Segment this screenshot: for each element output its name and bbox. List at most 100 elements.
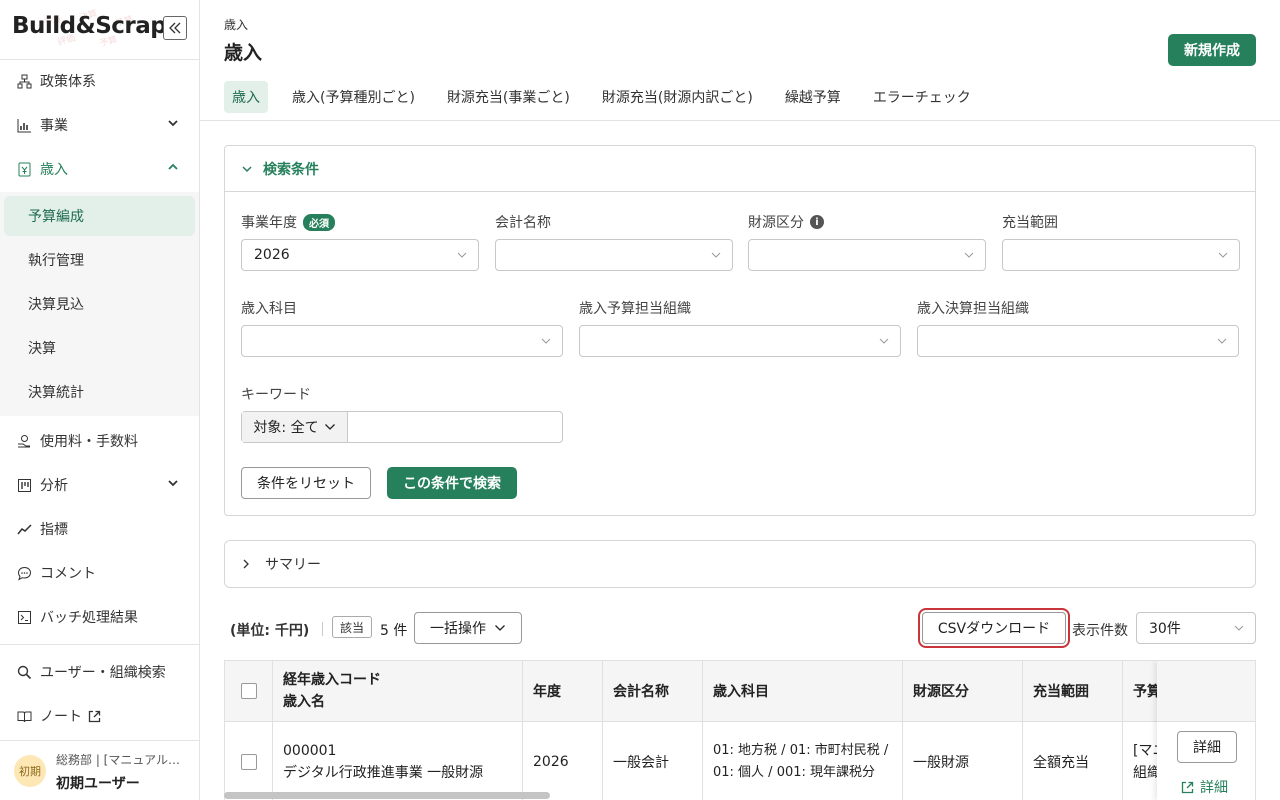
revenue-icon [16, 161, 32, 177]
range-label: 充当範囲 [1002, 215, 1058, 231]
user-name: 初期ユーザー [56, 776, 140, 792]
sidebar-item-user-search[interactable]: ユーザー・組織検索 [0, 650, 199, 694]
sidebar-subitem-budgeting[interactable]: 予算編成 [4, 196, 195, 236]
info-icon[interactable]: i [810, 215, 824, 229]
sidebar-item-label: 歳入 [40, 162, 68, 178]
year-select-value: 2026 [254, 247, 290, 263]
sidebar-subitem-execution[interactable]: 執行管理 [0, 238, 199, 282]
external-link-icon [1181, 781, 1194, 793]
header-select-all[interactable] [225, 661, 273, 721]
csv-download-button[interactable]: CSVダウンロード [922, 612, 1066, 644]
select-all-checkbox[interactable] [241, 683, 257, 699]
header-account[interactable]: 会計名称 [603, 661, 703, 721]
sidebar-item-indicator[interactable]: 指標 [0, 507, 199, 551]
tab-revenue[interactable]: 歳入 [224, 81, 268, 113]
header-subject[interactable]: 歳入科目 [703, 661, 903, 721]
sidebar-item-fees[interactable]: 使用料・手数料 [0, 419, 199, 463]
current-user[interactable]: 初期 総務部 | [マニュアル… 初期ユーザー [0, 740, 199, 800]
row-checkbox[interactable] [241, 754, 257, 770]
chevron-down-icon [242, 165, 252, 172]
sidebar-subitem-settlement[interactable]: 決算 [0, 326, 199, 370]
search-panel-title: 検索条件 [263, 161, 319, 178]
keyword-label: キーワード [241, 387, 311, 403]
detail-button[interactable]: 詳細 [1177, 731, 1237, 763]
analysis-icon [16, 477, 32, 493]
keyword-input[interactable] [348, 412, 562, 442]
chevron-down-icon [541, 338, 551, 344]
tab-divider [200, 120, 1280, 121]
sidebar-collapse-button[interactable] [163, 16, 187, 40]
hierarchy-icon [16, 73, 32, 89]
sidebar-item-note[interactable]: ノート [0, 694, 199, 738]
sidebar-item-comment[interactable]: コメント [0, 551, 199, 595]
source-select[interactable] [748, 239, 986, 271]
row-range: 全額充当 [1023, 722, 1123, 800]
chevron-right-icon [243, 559, 249, 569]
sidebar-subitem-statistics[interactable]: 決算統計 [0, 370, 199, 414]
header-code[interactable]: 経年歳入コード 歳入名 [273, 661, 523, 721]
header-year[interactable]: 年度 [523, 661, 603, 721]
header-source[interactable]: 財源区分 [903, 661, 1023, 721]
tab-funding-by-source[interactable]: 財源充当(財源内訳ごと) [594, 81, 761, 113]
sidebar-item-label: ノート [40, 709, 82, 725]
tab-carryover[interactable]: 繰越予算 [777, 81, 849, 113]
sidebar-item-label: 分析 [40, 478, 68, 494]
year-label: 事業年度 必須 [241, 212, 335, 232]
chevron-up-icon [168, 163, 178, 170]
bulk-action-button[interactable]: 一括操作 [414, 612, 522, 644]
per-page-label: 表示件数 [1072, 623, 1128, 639]
summary-panel[interactable]: サマリー [224, 540, 1256, 588]
header-range[interactable]: 充当範囲 [1023, 661, 1123, 721]
chevron-down-icon [457, 252, 467, 258]
results-toolbar: (単位: 千円) 該当 5 件 一括操作 CSVダウンロード 表示件数 30件 [224, 608, 1256, 648]
avatar: 初期 [14, 755, 46, 787]
tab-error-check[interactable]: エラーチェック [865, 81, 979, 113]
search-icon [16, 664, 32, 680]
subject-select[interactable] [241, 325, 563, 357]
search-panel-header[interactable]: 検索条件 [225, 146, 1255, 192]
chevron-down-icon [324, 424, 335, 430]
sidebar-item-project[interactable]: 事業 [0, 103, 199, 147]
detail-link[interactable]: 詳細 [1181, 777, 1228, 797]
sidebar-item-policy[interactable]: 政策体系 [0, 59, 199, 103]
range-select[interactable] [1002, 239, 1240, 271]
account-select[interactable] [495, 239, 733, 271]
user-department: 総務部 | [マニュアル… [56, 753, 180, 767]
settle-org-select[interactable] [917, 325, 1239, 357]
reset-conditions-button[interactable]: 条件をリセット [241, 467, 371, 499]
row-year: 2026 [523, 722, 603, 800]
budget-org-select[interactable] [579, 325, 901, 357]
chevron-down-icon [964, 252, 974, 258]
year-select[interactable]: 2026 [241, 239, 479, 271]
horizontal-scrollbar[interactable] [224, 792, 550, 799]
chevron-down-icon [168, 480, 178, 487]
tab-revenue-by-budget-type[interactable]: 歳入(予算種別ごと) [284, 81, 423, 113]
row-subject-line2: 01: 個人 / 001: 現年課税分 [713, 765, 876, 780]
match-badge: 該当 [332, 616, 373, 638]
detail-link-text: 詳細 [1200, 780, 1228, 796]
subject-label: 歳入科目 [241, 301, 297, 317]
sidebar-item-revenue[interactable]: 歳入 [0, 147, 199, 191]
chevron-down-icon [711, 252, 721, 258]
trend-icon [16, 521, 32, 537]
new-create-button[interactable]: 新規作成 [1168, 34, 1256, 66]
source-label-text: 財源区分 [748, 215, 804, 231]
app-logo[interactable]: Build&Scrap [12, 13, 167, 39]
header-name-text: 歳入名 [283, 694, 325, 710]
search-button[interactable]: この条件で検索 [387, 467, 517, 499]
unit-label: (単位: 千円) [230, 623, 310, 639]
source-label: 財源区分 i [748, 212, 824, 232]
sidebar-item-analysis[interactable]: 分析 [0, 463, 199, 507]
per-page-select[interactable]: 30件 [1136, 612, 1256, 644]
sticky-header [1157, 661, 1255, 722]
row-subject-cell: 01: 地方税 / 01: 市町村民税 / 01: 個人 / 001: 現年課税分 [703, 722, 903, 800]
keyword-target-dropdown[interactable]: 対象: 全て [242, 412, 348, 442]
tab-funding-by-project[interactable]: 財源充当(事業ごと) [439, 81, 578, 113]
chevron-down-icon [1218, 252, 1228, 258]
sidebar-item-batch[interactable]: バッチ処理結果 [0, 595, 199, 639]
sidebar-subitem-forecast[interactable]: 決算見込 [0, 282, 199, 326]
external-link-icon [88, 710, 101, 722]
keyword-target-value: 対象: 全て [253, 420, 319, 436]
chevron-down-icon [168, 120, 178, 127]
row-subject-line1: 01: 地方税 / 01: 市町村民税 / [713, 743, 889, 758]
